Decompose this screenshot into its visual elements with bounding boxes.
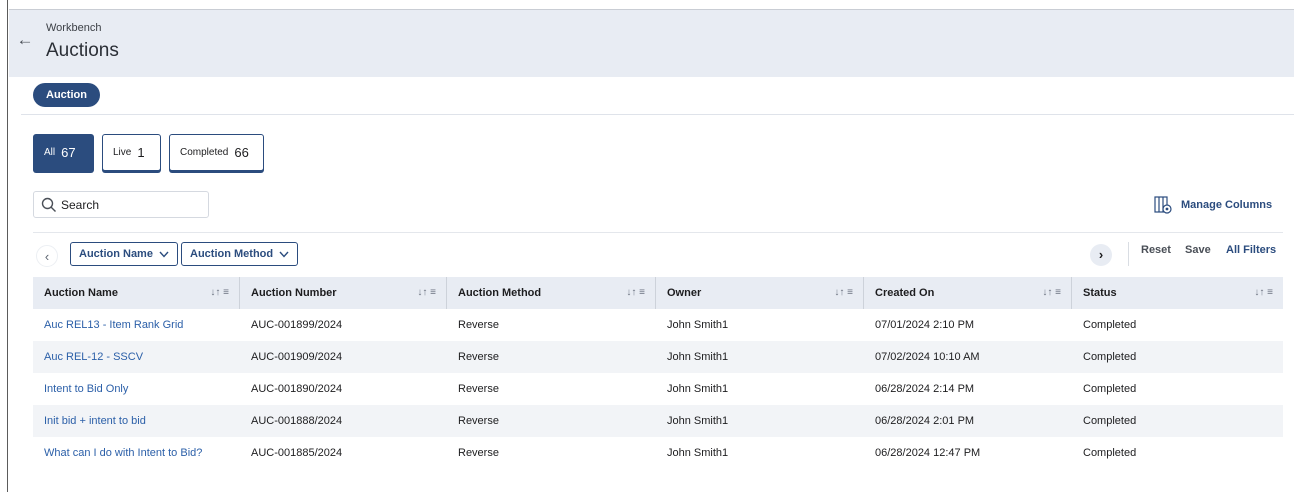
chevron-down-icon — [159, 251, 169, 258]
tab-auction[interactable]: Auction — [33, 83, 100, 107]
owner: John Smith1 — [667, 319, 729, 331]
column-header-auction-name[interactable]: Auction Name ↓↑ ≡ — [33, 277, 240, 309]
count-label: Completed — [180, 147, 229, 158]
created-on: 06/28/2024 2:01 PM — [875, 415, 975, 427]
toolbar-separator — [1128, 242, 1129, 266]
auction-name-link[interactable]: Auc REL13 - Item Rank Grid — [44, 319, 183, 331]
owner: John Smith1 — [667, 415, 729, 427]
auction-method: Reverse — [458, 447, 499, 459]
sort-icon[interactable]: ↓↑ ≡ — [210, 277, 229, 309]
sort-icon[interactable]: ↓↑ ≡ — [834, 277, 853, 309]
back-arrow-icon[interactable]: ← — [15, 30, 35, 50]
auction-number: AUC-001890/2024 — [251, 383, 343, 395]
table-row[interactable]: What can I do with Intent to Bid? AUC-00… — [33, 437, 1283, 469]
table-row[interactable]: Intent to Bid Only AUC-001890/2024 Rever… — [33, 373, 1283, 405]
all-filters-button[interactable]: All Filters — [1226, 244, 1276, 256]
column-header-owner[interactable]: Owner ↓↑ ≡ — [656, 277, 864, 309]
manage-columns-label: Manage Columns — [1181, 199, 1273, 211]
column-label: Auction Method — [458, 287, 542, 299]
sort-icon[interactable]: ↓↑ ≡ — [417, 277, 436, 309]
filter-auction-name[interactable]: Auction Name — [70, 242, 178, 266]
chevron-down-icon — [279, 251, 289, 258]
column-label: Owner — [667, 287, 702, 299]
status: Completed — [1083, 319, 1137, 331]
owner: John Smith1 — [667, 447, 729, 459]
auction-name-link[interactable]: What can I do with Intent to Bid? — [44, 447, 202, 459]
created-on: 07/02/2024 10:10 AM — [875, 351, 980, 363]
auction-method: Reverse — [458, 415, 499, 427]
table-row[interactable]: Init bid + intent to bid AUC-001888/2024… — [33, 405, 1283, 437]
scroll-right-icon[interactable]: › — [1090, 244, 1112, 266]
breadcrumb[interactable]: Workbench — [46, 22, 101, 34]
column-label: Auction Name — [44, 287, 118, 299]
manage-columns-button[interactable]: Manage Columns — [1154, 196, 1272, 214]
auction-method: Reverse — [458, 351, 499, 363]
scroll-left-icon[interactable]: ‹ — [36, 245, 58, 267]
search-input[interactable] — [61, 196, 201, 214]
page-header: ← Workbench Auctions — [9, 9, 1294, 77]
save-button[interactable]: Save — [1185, 244, 1211, 256]
filter-label: Auction Name — [79, 248, 153, 260]
page-title: Auctions — [46, 40, 119, 61]
column-header-created-on[interactable]: Created On ↓↑ ≡ — [864, 277, 1072, 309]
count-value: 67 — [61, 145, 76, 160]
created-on: 07/01/2024 2:10 PM — [875, 319, 975, 331]
search-icon — [41, 197, 56, 212]
manage-columns-icon — [1154, 196, 1172, 214]
created-on: 06/28/2024 12:47 PM — [875, 447, 981, 459]
status: Completed — [1083, 383, 1137, 395]
count-card-live[interactable]: Live 1 — [102, 134, 161, 171]
auction-name-link[interactable]: Init bid + intent to bid — [44, 415, 146, 427]
filter-label: Auction Method — [190, 248, 274, 260]
owner: John Smith1 — [667, 351, 729, 363]
column-header-auction-number[interactable]: Auction Number ↓↑ ≡ — [240, 277, 447, 309]
status: Completed — [1083, 447, 1137, 459]
auction-number: AUC-001909/2024 — [251, 351, 343, 363]
auction-number: AUC-001888/2024 — [251, 415, 343, 427]
auction-method: Reverse — [458, 383, 499, 395]
column-label: Auction Number — [251, 287, 337, 299]
reset-button[interactable]: Reset — [1141, 244, 1171, 256]
column-header-auction-method[interactable]: Auction Method ↓↑ ≡ — [447, 277, 656, 309]
auction-number: AUC-001899/2024 — [251, 319, 343, 331]
table-header: Auction Name ↓↑ ≡ Auction Number ↓↑ ≡ Auct… — [33, 277, 1283, 309]
owner: John Smith1 — [667, 383, 729, 395]
auction-method: Reverse — [458, 319, 499, 331]
column-label: Status — [1083, 287, 1117, 299]
table-row[interactable]: Auc REL-12 - SSCV AUC-001909/2024 Revers… — [33, 341, 1283, 373]
search-box[interactable] — [33, 191, 209, 218]
auction-name-link[interactable]: Auc REL-12 - SSCV — [44, 351, 143, 363]
left-border — [0, 0, 8, 492]
count-label: Live — [113, 147, 132, 158]
count-label: All — [44, 147, 56, 158]
status: Completed — [1083, 415, 1137, 427]
count-value: 1 — [137, 145, 145, 160]
auction-number: AUC-001885/2024 — [251, 447, 343, 459]
auction-name-link[interactable]: Intent to Bid Only — [44, 383, 128, 395]
count-card-completed[interactable]: Completed 66 — [169, 134, 264, 171]
sort-icon[interactable]: ↓↑ ≡ — [1042, 277, 1061, 309]
created-on: 06/28/2024 2:14 PM — [875, 383, 975, 395]
count-card-all[interactable]: All 67 — [33, 134, 94, 171]
sort-icon[interactable]: ↓↑ ≡ — [626, 277, 645, 309]
tab-bar: Auction — [21, 77, 1294, 115]
sort-icon[interactable]: ↓↑ ≡ — [1254, 277, 1273, 309]
auctions-table: Auction Name ↓↑ ≡ Auction Number ↓↑ ≡ Auct… — [33, 277, 1283, 469]
status: Completed — [1083, 351, 1137, 363]
filter-auction-method[interactable]: Auction Method — [181, 242, 299, 266]
divider — [33, 232, 1283, 233]
count-value: 66 — [234, 145, 249, 160]
table-row[interactable]: Auc REL13 - Item Rank Grid AUC-001899/20… — [33, 309, 1283, 341]
column-header-status[interactable]: Status ↓↑ ≡ — [1072, 277, 1283, 309]
column-label: Created On — [875, 287, 935, 299]
